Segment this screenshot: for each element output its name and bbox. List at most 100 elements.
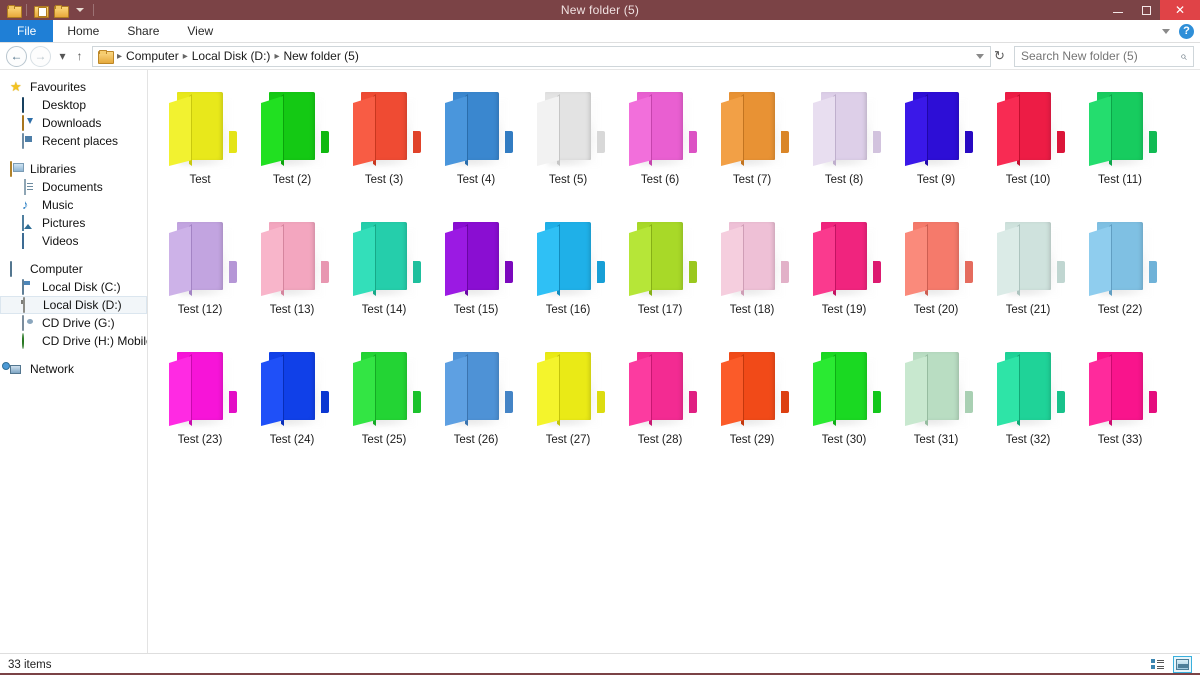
folder-item[interactable]: Test (154, 80, 246, 210)
folder-item[interactable]: Test (17) (614, 210, 706, 340)
folder-item[interactable]: Test (2) (246, 80, 338, 210)
folder-item[interactable]: Test (8) (798, 80, 890, 210)
sidebar-item-cd-drive-g[interactable]: CD Drive (G:) (0, 314, 147, 332)
sidebar-item-videos[interactable]: Videos (0, 232, 147, 250)
sidebar-group-libraries[interactable]: Libraries (0, 160, 147, 178)
sidebar-item-local-disk-c[interactable]: Local Disk (C:) (0, 278, 147, 296)
breadcrumb-local-disk-d[interactable]: Local Disk (D:) (189, 49, 274, 63)
sidebar-group-computer[interactable]: Computer (0, 260, 147, 278)
minimize-button[interactable] (1104, 0, 1132, 20)
details-view-button[interactable] (1148, 656, 1167, 673)
folder-item[interactable]: Test (25) (338, 340, 430, 470)
folder-label: Test (32) (1005, 434, 1051, 446)
search-input[interactable] (1021, 49, 1181, 63)
divider (93, 4, 94, 16)
sidebar-label: Recent places (42, 134, 119, 148)
folder-item[interactable]: Test (28) (614, 340, 706, 470)
folder-item[interactable]: Test (30) (798, 340, 890, 470)
folder-item[interactable]: Test (22) (1074, 210, 1166, 340)
folder-item[interactable]: Test (31) (890, 340, 982, 470)
folder-item[interactable]: Test (23) (154, 340, 246, 470)
folder-item[interactable]: Test (13) (246, 210, 338, 340)
sidebar-label: CD Drive (H:) Mobile F (42, 334, 147, 348)
folder-item[interactable]: Test (29) (706, 340, 798, 470)
breadcrumb-computer[interactable]: Computer (123, 49, 182, 63)
sidebar-item-desktop[interactable]: Desktop (0, 96, 147, 114)
folder-item[interactable]: Test (33) (1074, 340, 1166, 470)
sidebar-label: Favourites (30, 80, 87, 94)
sidebar-group-network[interactable]: Network (0, 360, 147, 378)
customize-dropdown-icon[interactable] (71, 1, 89, 19)
folder-item[interactable]: Test (21) (982, 210, 1074, 340)
folder-item[interactable]: Test (4) (430, 80, 522, 210)
folder-item[interactable]: Test (27) (522, 340, 614, 470)
folder-item[interactable]: Test (3) (338, 80, 430, 210)
recent-locations-button[interactable]: ▾ (55, 46, 70, 67)
folder-item[interactable]: Test (9) (890, 80, 982, 210)
sidebar-item-recent-places[interactable]: Recent places (0, 132, 147, 150)
up-button[interactable]: ↑ (72, 46, 87, 67)
folder-item[interactable]: Test (6) (614, 80, 706, 210)
chevron-down-icon[interactable] (1162, 28, 1170, 34)
folder-item[interactable]: Test (19) (798, 210, 890, 340)
folder-label: Test (22) (1097, 304, 1143, 316)
close-button[interactable]: ✕ (1160, 0, 1200, 20)
folder-item[interactable]: Test (16) (522, 210, 614, 340)
sidebar-group-favourites[interactable]: ★ Favourites (0, 78, 147, 96)
sidebar-item-cd-drive-h[interactable]: CD Drive (H:) Mobile F (0, 332, 147, 350)
address-dropdown-icon[interactable] (976, 53, 984, 59)
tab-view[interactable]: View (173, 20, 227, 42)
sidebar-item-pictures[interactable]: Pictures (0, 214, 147, 232)
tab-file[interactable]: File (0, 20, 54, 42)
folder-icon (347, 344, 421, 432)
folder-item[interactable]: Test (15) (430, 210, 522, 340)
sidebar-item-local-disk-d[interactable]: Local Disk (D:) (0, 296, 147, 314)
search-box[interactable]: ⌕ (1014, 45, 1194, 67)
breadcrumb-new-folder-5[interactable]: New folder (5) (280, 49, 361, 63)
sidebar-label: Computer (30, 262, 83, 276)
breadcrumb[interactable]: ▸ Computer ▸ Local Disk (D:) ▸ New folde… (92, 45, 991, 67)
back-button[interactable]: ← (6, 45, 27, 67)
window-title: New folder (5) (560, 3, 640, 17)
folder-item[interactable]: Test (26) (430, 340, 522, 470)
help-icon[interactable]: ? (1179, 23, 1194, 39)
folder-item[interactable]: Test (20) (890, 210, 982, 340)
folder-item[interactable]: Test (12) (154, 210, 246, 340)
quick-access-properties-icon[interactable] (31, 1, 49, 19)
folder-item[interactable]: Test (11) (1074, 80, 1166, 210)
quick-access-folder-icon[interactable] (4, 1, 22, 19)
folder-item[interactable]: Test (14) (338, 210, 430, 340)
file-list-pane[interactable]: Test Test (2) Test (3) Test (4) Test (5) Test… (148, 70, 1200, 653)
sidebar-item-downloads[interactable]: Downloads (0, 114, 147, 132)
breadcrumb-separator: ▸ (274, 50, 280, 62)
recent-places-icon (22, 133, 37, 149)
sidebar-label: Libraries (30, 162, 77, 176)
folder-icon (715, 344, 789, 432)
folder-label: Test (19) (821, 304, 867, 316)
folder-icon (531, 344, 605, 432)
folder-item[interactable]: Test (10) (982, 80, 1074, 210)
sidebar-item-music[interactable]: ♪ Music (0, 196, 147, 214)
folder-item[interactable]: Test (24) (246, 340, 338, 470)
refresh-button[interactable]: ↻ (992, 46, 1007, 67)
sidebar-label: Desktop (42, 98, 87, 112)
maximize-button[interactable] (1132, 0, 1160, 20)
folder-item[interactable]: Test (32) (982, 340, 1074, 470)
large-icons-view-button[interactable] (1173, 656, 1192, 673)
folder-item[interactable]: Test (7) (706, 80, 798, 210)
tab-home[interactable]: Home (53, 20, 113, 42)
folder-icon (991, 214, 1065, 302)
folder-label: Test (7) (732, 174, 772, 186)
folder-label: Test (9) (916, 174, 956, 186)
folder-label: Test (31) (913, 434, 959, 446)
details-view-icon (1151, 659, 1164, 670)
forward-button[interactable]: → (30, 45, 51, 67)
folder-item[interactable]: Test (5) (522, 80, 614, 210)
folder-item[interactable]: Test (18) (706, 210, 798, 340)
quick-access-new-folder-icon[interactable] (51, 1, 69, 19)
folder-icon (347, 214, 421, 302)
sidebar-item-documents[interactable]: Documents (0, 178, 147, 196)
sidebar-label: Network (30, 362, 75, 376)
tab-share[interactable]: Share (113, 20, 173, 42)
folder-label: Test (24) (269, 434, 315, 446)
